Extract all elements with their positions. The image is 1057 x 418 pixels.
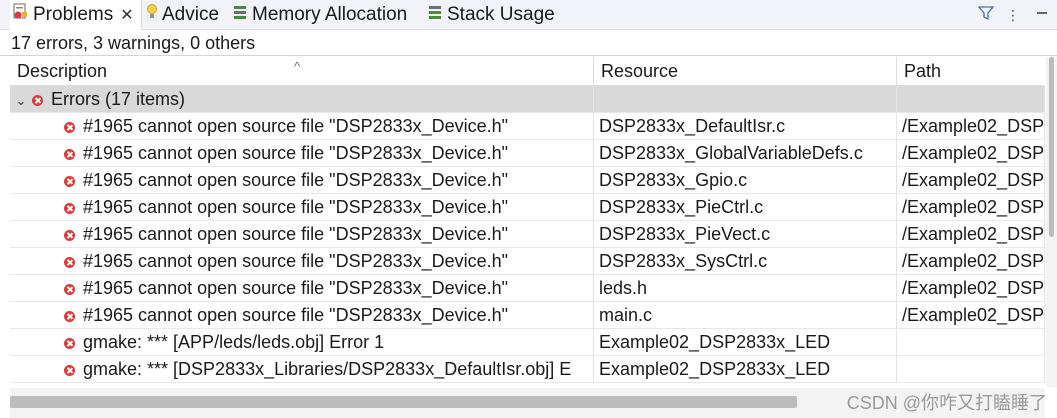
column-header-path[interactable]: Path bbox=[897, 57, 1045, 86]
description-cell: #1965 cannot open source file "DSP2833x_… bbox=[10, 248, 594, 274]
table-row[interactable]: #1965 cannot open source file "DSP2833x_… bbox=[10, 113, 1045, 140]
view-menu-icon[interactable]: ⋮ bbox=[1006, 7, 1020, 24]
table-row[interactable]: #1965 cannot open source file "DSP2833x_… bbox=[10, 140, 1045, 167]
resource-cell: DSP2833x_PieVect.c bbox=[594, 221, 897, 247]
resource-cell: DSP2833x_GlobalVariableDefs.c bbox=[594, 140, 897, 166]
error-icon bbox=[64, 229, 75, 241]
tab-label: Stack Usage bbox=[447, 4, 555, 25]
table-header: Description ^ Resource Path bbox=[10, 57, 1045, 86]
close-icon[interactable]: ✕ bbox=[120, 5, 133, 25]
error-icon bbox=[64, 337, 75, 349]
description-cell: #1965 cannot open source file "DSP2833x_… bbox=[10, 302, 594, 328]
description-cell: #1965 cannot open source file "DSP2833x_… bbox=[10, 140, 594, 166]
resource-cell: main.c bbox=[594, 302, 897, 328]
path-cell: /Example02_DSP bbox=[897, 221, 1045, 247]
description-text: #1965 cannot open source file "DSP2833x_… bbox=[83, 170, 509, 190]
stack-usage-icon bbox=[427, 4, 443, 26]
problems-icon bbox=[13, 3, 29, 27]
description-cell: #1965 cannot open source file "DSP2833x_… bbox=[10, 167, 594, 193]
error-icon bbox=[64, 202, 75, 214]
description-cell: #1965 cannot open source file "DSP2833x_… bbox=[10, 275, 594, 301]
error-icon bbox=[64, 310, 75, 322]
resource-cell: DSP2833x_Gpio.c bbox=[594, 167, 897, 193]
table-row[interactable]: #1965 cannot open source file "DSP2833x_… bbox=[10, 275, 1045, 302]
description-text: #1965 cannot open source file "DSP2833x_… bbox=[83, 251, 509, 271]
lightbulb-icon bbox=[146, 3, 158, 27]
table-row[interactable]: #1965 cannot open source file "DSP2833x_… bbox=[10, 167, 1045, 194]
path-cell bbox=[897, 329, 1045, 355]
table-row[interactable]: gmake: *** [APP/leds/leds.obj] Error 1 Ex… bbox=[10, 329, 1045, 356]
error-icon bbox=[64, 175, 75, 187]
filter-icon[interactable] bbox=[977, 5, 995, 26]
tab-problems[interactable]: Problems ✕ bbox=[10, 0, 142, 30]
column-header-description[interactable]: Description ^ bbox=[10, 57, 594, 86]
path-cell: /Example02_DSP bbox=[897, 167, 1045, 193]
problems-summary: 17 errors, 3 warnings, 0 others bbox=[0, 30, 1057, 56]
description-text: #1965 cannot open source file "DSP2833x_… bbox=[83, 278, 509, 298]
column-header-resource[interactable]: Resource bbox=[594, 57, 897, 86]
error-icon bbox=[64, 121, 75, 133]
tab-stack-usage[interactable]: Stack Usage bbox=[427, 0, 555, 30]
description-cell: gmake: *** [DSP2833x_Libraries/DSP2833x_… bbox=[10, 356, 594, 382]
problems-table: Description ^ Resource Path ⌄ Errors (17 … bbox=[10, 57, 1045, 387]
path-cell: /Example02_DSP bbox=[897, 302, 1045, 328]
error-icon bbox=[32, 94, 43, 106]
table-row[interactable]: gmake: *** [DSP2833x_Libraries/DSP2833x_… bbox=[10, 356, 1045, 383]
tab-label: Problems bbox=[33, 4, 114, 25]
description-text: #1965 cannot open source file "DSP2833x_… bbox=[83, 224, 509, 244]
description-cell: #1965 cannot open source file "DSP2833x_… bbox=[10, 221, 594, 247]
view-tab-bar: Problems ✕ Advice Memory Allocation Stac… bbox=[0, 0, 1057, 30]
description-cell: #1965 cannot open source file "DSP2833x_… bbox=[10, 194, 594, 220]
description-text: gmake: *** [DSP2833x_Libraries/DSP2833x_… bbox=[83, 359, 572, 379]
minimize-icon[interactable] bbox=[1036, 6, 1048, 24]
description-text: #1965 cannot open source file "DSP2833x_… bbox=[83, 197, 509, 217]
path-cell: /Example02_DSP bbox=[897, 113, 1045, 139]
description-text: #1965 cannot open source file "DSP2833x_… bbox=[83, 116, 509, 136]
path-cell: /Example02_DSP bbox=[897, 194, 1045, 220]
description-cell: gmake: *** [APP/leds/leds.obj] Error 1 bbox=[10, 329, 594, 355]
sort-ascending-icon: ^ bbox=[294, 59, 301, 74]
vertical-scroll-thumb[interactable] bbox=[1049, 57, 1054, 237]
view-toolbar: ⋮ bbox=[977, 0, 1057, 30]
path-cell: /Example02_DSP bbox=[897, 248, 1045, 274]
path-cell: /Example02_DSP bbox=[897, 275, 1045, 301]
tab-memory-allocation[interactable]: Memory Allocation bbox=[232, 0, 407, 30]
description-cell: #1965 cannot open source file "DSP2833x_… bbox=[10, 113, 594, 139]
tab-label: Memory Allocation bbox=[252, 4, 408, 25]
memory-allocation-icon bbox=[232, 4, 248, 26]
description-text: gmake: *** [APP/leds/leds.obj] Error 1 bbox=[83, 332, 385, 352]
error-icon bbox=[64, 148, 75, 160]
resource-cell: DSP2833x_DefaultIsr.c bbox=[594, 113, 897, 139]
table-row[interactable]: #1965 cannot open source file "DSP2833x_… bbox=[10, 221, 1045, 248]
vertical-scrollbar[interactable] bbox=[1046, 57, 1057, 387]
description-text: #1965 cannot open source file "DSP2833x_… bbox=[83, 305, 509, 325]
tab-label: Advice bbox=[162, 4, 220, 25]
chevron-down-icon[interactable]: ⌄ bbox=[10, 88, 32, 112]
column-label: Description bbox=[17, 61, 108, 81]
error-icon bbox=[64, 364, 75, 376]
watermark: CSDN @你咋又打瞌睡了 bbox=[846, 393, 1047, 413]
group-resource-cell bbox=[594, 86, 897, 112]
path-cell bbox=[897, 356, 1045, 382]
resource-cell: leds.h bbox=[594, 275, 897, 301]
resource-cell: DSP2833x_SysCtrl.c bbox=[594, 248, 897, 274]
error-icon bbox=[64, 256, 75, 268]
group-label: Errors (17 items) bbox=[51, 89, 186, 109]
group-path-cell bbox=[897, 86, 1045, 112]
table-row[interactable]: #1965 cannot open source file "DSP2833x_… bbox=[10, 194, 1045, 221]
tab-advice[interactable]: Advice bbox=[146, 0, 219, 30]
horizontal-scroll-thumb[interactable] bbox=[10, 396, 797, 408]
table-row[interactable]: #1965 cannot open source file "DSP2833x_… bbox=[10, 248, 1045, 275]
description-text: #1965 cannot open source file "DSP2833x_… bbox=[83, 143, 509, 163]
errors-group-row[interactable]: ⌄ Errors (17 items) bbox=[10, 86, 1045, 113]
table-row[interactable]: #1965 cannot open source file "DSP2833x_… bbox=[10, 302, 1045, 329]
error-icon bbox=[64, 283, 75, 295]
resource-cell: DSP2833x_PieCtrl.c bbox=[594, 194, 897, 220]
path-cell: /Example02_DSP bbox=[897, 140, 1045, 166]
resource-cell: Example02_DSP2833x_LED bbox=[594, 329, 897, 355]
resource-cell: Example02_DSP2833x_LED bbox=[594, 356, 897, 382]
